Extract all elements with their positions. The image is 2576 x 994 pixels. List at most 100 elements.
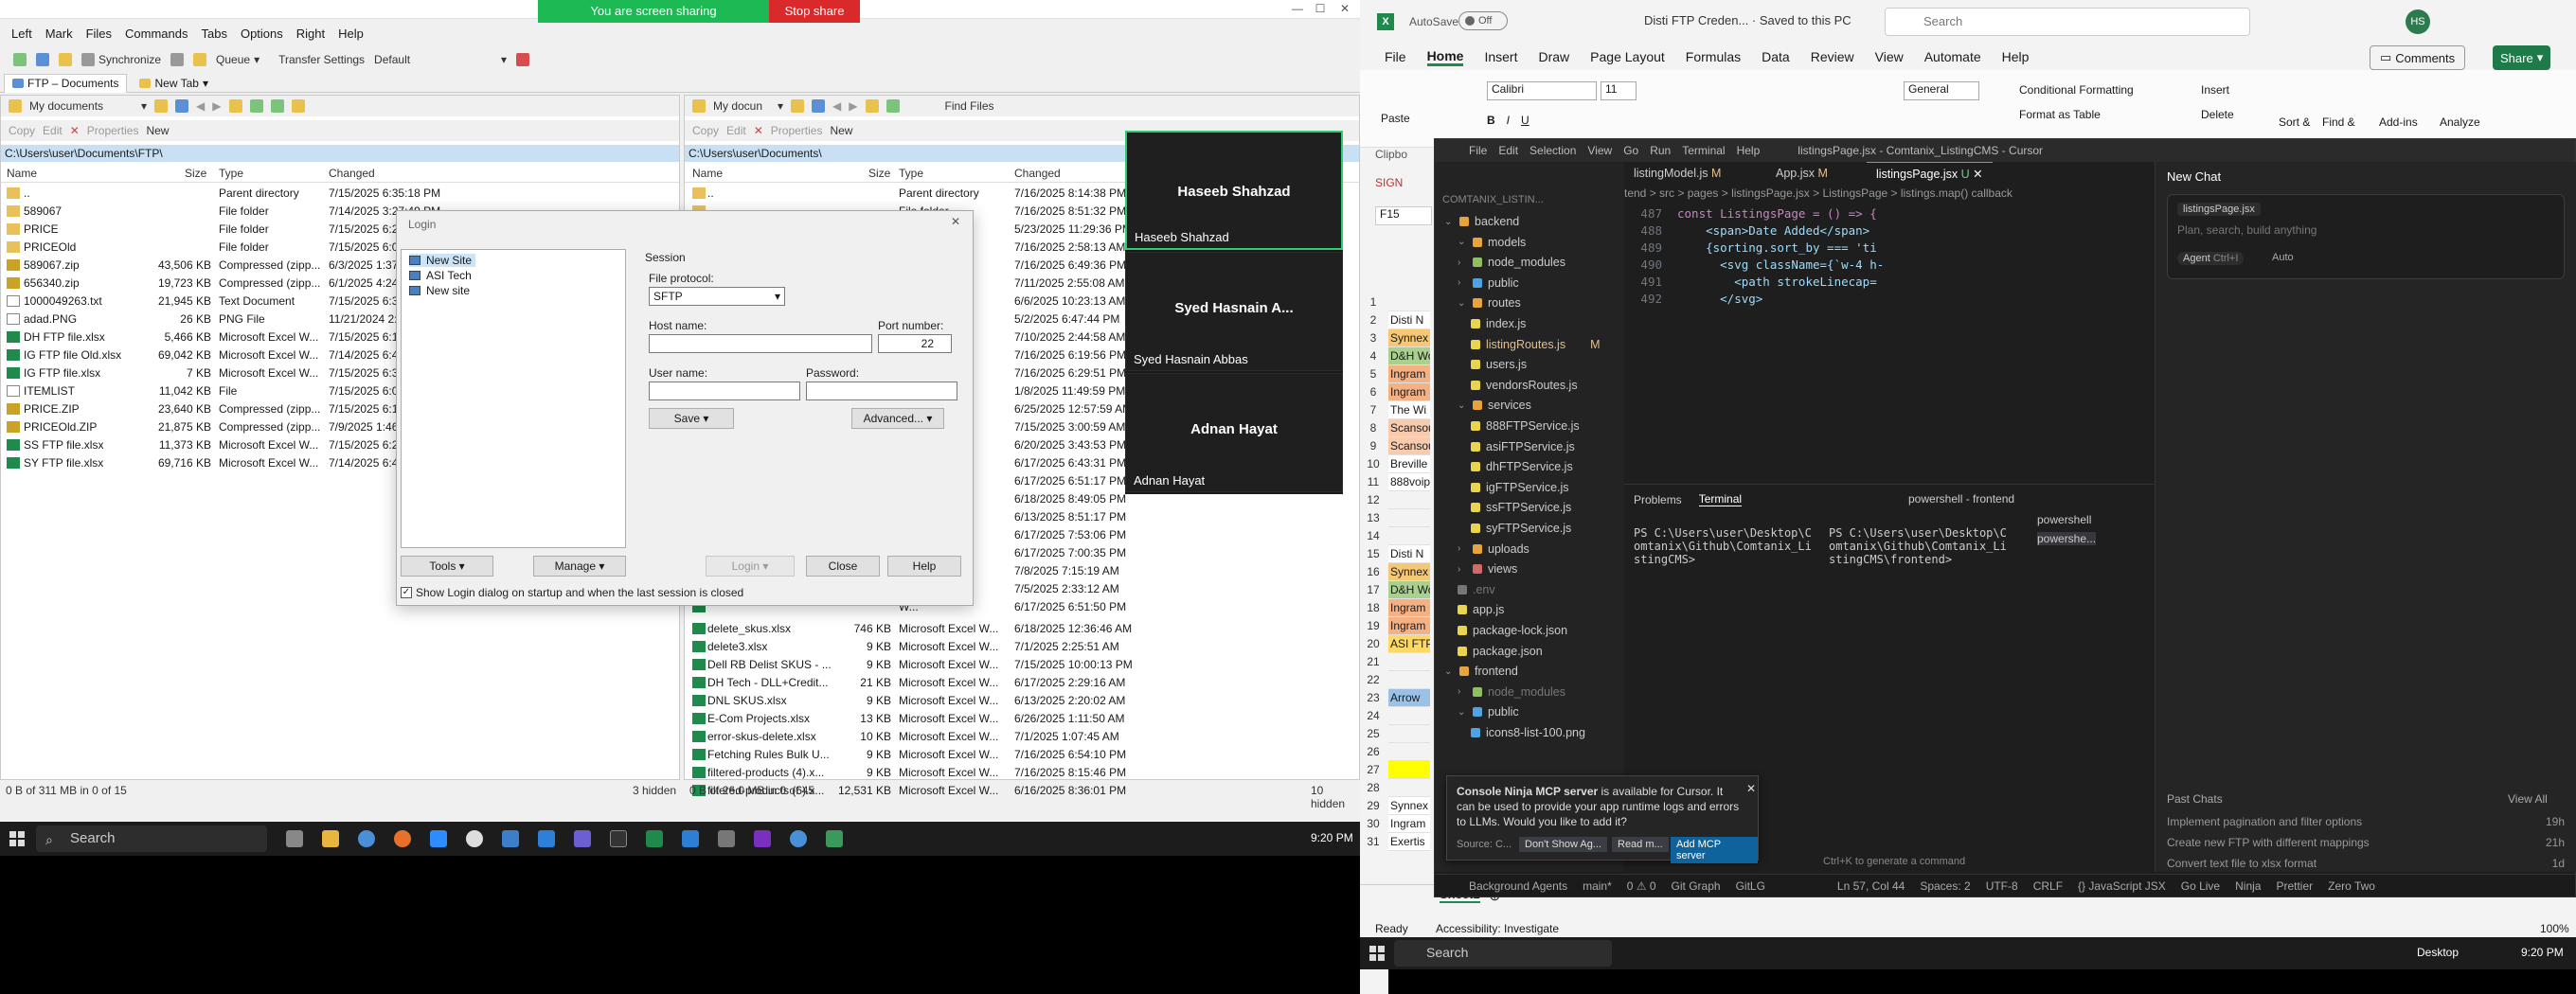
cursor-icon[interactable] xyxy=(610,830,627,847)
row-header[interactable]: 9 xyxy=(1360,437,1386,455)
right-delete-icon[interactable]: ✕ xyxy=(754,124,763,137)
cell[interactable]: Ingram xyxy=(1388,815,1430,833)
tree-file[interactable]: index.js xyxy=(1471,317,1526,330)
row-header[interactable]: 7 xyxy=(1360,401,1386,419)
cell[interactable]: 888voip xyxy=(1388,473,1430,491)
zoom-icon[interactable] xyxy=(430,830,447,847)
cell[interactable]: Scansou xyxy=(1388,419,1430,437)
tree-file[interactable]: package.json xyxy=(1458,645,1543,658)
row-header[interactable]: 13 xyxy=(1360,509,1386,527)
tab-review[interactable]: Review xyxy=(1811,49,1854,64)
menu-files[interactable]: Files xyxy=(86,27,112,41)
site-new-site[interactable]: New Site xyxy=(409,254,476,267)
read-more-button[interactable]: Read m... xyxy=(1612,837,1669,852)
home-icon[interactable] xyxy=(291,99,305,113)
row-header[interactable]: 19 xyxy=(1360,617,1386,635)
menu-help[interactable]: Help xyxy=(1737,144,1761,157)
chrome-icon[interactable] xyxy=(790,830,807,847)
taskbar-search[interactable]: Search xyxy=(36,825,267,852)
col-name[interactable]: Name xyxy=(692,167,723,180)
tree-folder[interactable]: › node_modules xyxy=(1458,256,1565,269)
chat-input-box[interactable]: listingsPage.jsx Plan, search, build any… xyxy=(2167,194,2565,279)
menu-help[interactable]: Help xyxy=(338,27,364,41)
vscode-icon[interactable] xyxy=(682,830,699,847)
close-icon[interactable]: ✕ xyxy=(946,215,965,230)
cell[interactable] xyxy=(1388,491,1430,509)
preferences-icon[interactable] xyxy=(193,53,207,66)
terminal-selector[interactable]: powershell - frontend xyxy=(1908,492,2014,506)
compare-icon[interactable] xyxy=(36,53,49,66)
github-icon[interactable] xyxy=(466,830,483,847)
close-button[interactable]: ✕ xyxy=(1335,2,1354,17)
queue-button[interactable]: Queue ▾ xyxy=(216,53,259,66)
add-mcp-server-button[interactable]: Add MCP server xyxy=(1671,837,1758,863)
cell[interactable] xyxy=(1388,509,1430,527)
tab-formulas[interactable]: Formulas xyxy=(1686,49,1741,64)
cell[interactable]: D&H Wo xyxy=(1388,581,1430,599)
tree-file[interactable]: users.js xyxy=(1471,358,1527,371)
col-type[interactable]: Type xyxy=(899,167,923,180)
back-icon[interactable]: ◀ xyxy=(832,99,841,113)
row-header[interactable]: 4 xyxy=(1360,347,1386,365)
terminal-list-item[interactable]: powershell xyxy=(2037,513,2091,526)
cell[interactable] xyxy=(1388,779,1430,797)
left-location-select[interactable]: My documents xyxy=(29,99,134,113)
participant-tile[interactable]: Haseeb Shahzad Haseeb Shahzad xyxy=(1125,131,1343,250)
file-explorer-icon[interactable] xyxy=(322,830,339,847)
file-row[interactable]: DH Tech - DLL+Credit... 21 KB Microsoft Ex… xyxy=(685,674,1359,692)
dont-show-again-button[interactable]: Don't Show Ag... xyxy=(1519,837,1607,852)
cell[interactable]: Disti N xyxy=(1388,311,1430,329)
tree-file[interactable]: icons8-list-100.png xyxy=(1471,726,1585,739)
left-copy-button[interactable]: Copy xyxy=(9,124,35,137)
cell[interactable]: Synnex xyxy=(1388,329,1430,347)
tab-terminal[interactable]: Terminal xyxy=(1698,492,1743,506)
cell[interactable]: Synnex xyxy=(1388,797,1430,815)
font-select[interactable]: Calibri xyxy=(1487,81,1597,100)
menu-commands[interactable]: Commands xyxy=(125,27,188,41)
start-icon[interactable] xyxy=(1369,946,1385,961)
row-header[interactable]: 27 xyxy=(1360,761,1386,779)
refresh-icon[interactable] xyxy=(886,99,900,113)
settings-icon[interactable] xyxy=(516,53,530,66)
row-header[interactable]: 15 xyxy=(1360,545,1386,563)
row-header[interactable]: 12 xyxy=(1360,491,1386,509)
tab-data[interactable]: Data xyxy=(1762,49,1790,64)
open-folder-icon[interactable] xyxy=(154,99,169,113)
menu-mark[interactable]: Mark xyxy=(45,27,73,41)
close-button[interactable]: Close xyxy=(806,556,880,577)
status-prettier[interactable]: Prettier xyxy=(2276,879,2313,893)
status-spaces[interactable]: Spaces: 2 xyxy=(1920,879,1970,893)
username-input[interactable] xyxy=(649,382,800,400)
password-input[interactable] xyxy=(806,382,957,400)
format-as-table-button[interactable]: Format as Table xyxy=(2019,108,2101,121)
menu-selection[interactable]: Selection xyxy=(1530,144,1576,157)
tab-view[interactable]: View xyxy=(1875,49,1904,64)
col-type[interactable]: Type xyxy=(219,167,243,180)
menu-left[interactable]: Left xyxy=(11,27,32,41)
show-login-option[interactable]: ✓ Show Login dialog on startup and when t… xyxy=(401,586,743,599)
status-theme[interactable]: Zero Two xyxy=(2328,879,2375,893)
row-header[interactable]: 5 xyxy=(1360,365,1386,383)
menu-terminal[interactable]: Terminal xyxy=(1682,144,1725,157)
font-size-select[interactable]: 11 xyxy=(1601,81,1637,100)
row-header[interactable]: 26 xyxy=(1360,743,1386,761)
tree-file[interactable]: .env xyxy=(1458,583,1495,596)
status-eol[interactable]: CRLF xyxy=(2033,879,2063,893)
cell[interactable]: Scansou xyxy=(1388,437,1430,455)
parent-folder-icon[interactable] xyxy=(228,99,242,113)
right-edit-button[interactable]: Edit xyxy=(726,124,746,137)
row-header[interactable]: 20 xyxy=(1360,635,1386,653)
sort-filter-button[interactable]: Sort & xyxy=(2279,115,2310,129)
status-gitlg[interactable]: GitLG xyxy=(1736,879,1765,893)
firefox-icon[interactable] xyxy=(394,830,411,847)
status-language[interactable]: {} JavaScript JSX xyxy=(2078,879,2166,893)
tab-home[interactable]: Home xyxy=(1426,48,1464,66)
menu-options[interactable]: Options xyxy=(241,27,283,41)
cell[interactable] xyxy=(1388,707,1430,725)
tree-folder[interactable]: ⌄ routes xyxy=(1458,296,1521,310)
row-header[interactable]: 21 xyxy=(1360,653,1386,671)
share-button[interactable]: Share ▾ xyxy=(2493,45,2551,70)
tab-insert[interactable]: Insert xyxy=(1484,49,1517,64)
tab-help[interactable]: Help xyxy=(2002,49,2030,64)
forward-icon[interactable]: ▶ xyxy=(849,99,857,113)
